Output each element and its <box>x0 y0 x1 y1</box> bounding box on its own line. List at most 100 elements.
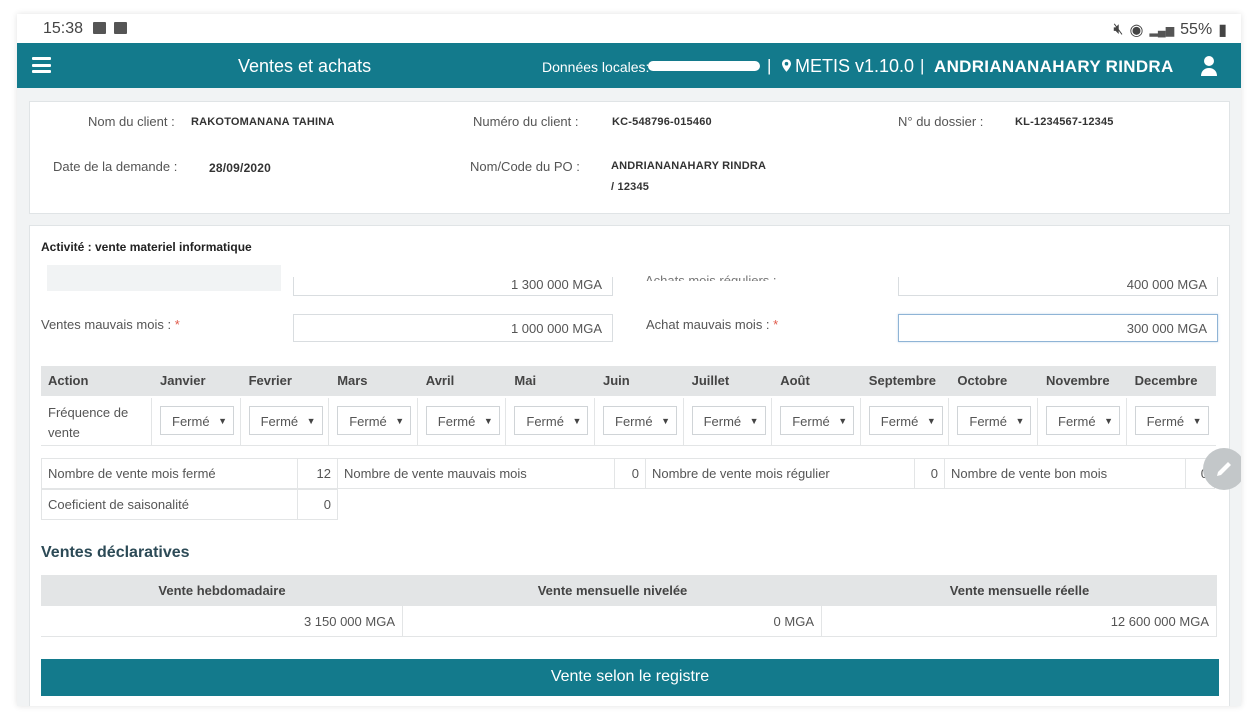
edit-fab[interactable] <box>1203 448 1241 490</box>
column-divider <box>151 398 152 446</box>
month-header: Decembre <box>1134 373 1198 388</box>
app-window: 15:38 🔇︎ ◉ ▂▄▆ 55% ▮ Ventes et achats Do… <box>17 14 1241 706</box>
user-icon[interactable] <box>1200 55 1218 77</box>
activity-title: Activité : vente materiel informatique <box>41 240 252 254</box>
real-monthly-value: 12 600 000 MGA <box>822 606 1217 637</box>
frequency-select[interactable]: Fermé ▼ <box>425 406 500 435</box>
app-version: METIS v1.10.0 <box>795 56 915 76</box>
regular-months-value: 0 <box>914 458 945 489</box>
month-header: Mars <box>337 373 368 388</box>
user-name: ANDRIANANAHARY RINDRA <box>934 57 1174 76</box>
chevron-down-icon: ▼ <box>395 416 405 426</box>
image-notification-icon <box>114 22 127 34</box>
battery-level: 55% <box>1180 21 1213 38</box>
month-header: Avril <box>425 373 455 388</box>
frequency-select-value: Fermé <box>526 414 564 429</box>
location-icon: ◉ <box>1129 22 1144 39</box>
bad-months-label: Nombre de vente mauvais mois <box>337 458 615 489</box>
month-header: Août <box>780 373 810 388</box>
request-date-label: Date de la demande : <box>53 159 178 174</box>
frequency-select[interactable]: Fermé ▼ <box>780 406 855 435</box>
frequency-select-value: Fermé <box>792 414 830 429</box>
frequency-select[interactable]: Fermé ▼ <box>160 406 234 435</box>
month-header: Mai <box>514 373 537 388</box>
ventes-bad-label: Ventes mauvais mois : * <box>41 317 180 332</box>
frequency-select[interactable]: Fermé ▼ <box>957 406 1032 435</box>
ventes-bad-label-text: Ventes mauvais mois : <box>41 317 172 332</box>
frequency-select[interactable]: Fermé ▼ <box>603 406 677 435</box>
achats-regular-label: Achats mois réguliers : <box>645 273 777 281</box>
page-title: Ventes et achats <box>238 56 372 76</box>
client-name-value: RAKOTOMANANA TAHINA <box>191 116 335 128</box>
declarative-sales-title: Ventes déclaratives <box>41 544 190 561</box>
chevron-down-icon: ▼ <box>749 416 759 426</box>
month-header: Octobre <box>957 373 1008 388</box>
mute-icon: 🔇︎ <box>1113 21 1124 38</box>
top-app-bar: Ventes et achats Données locales: | METI… <box>17 43 1241 88</box>
status-time: 15:38 <box>43 20 84 37</box>
seasonality-value: 0 <box>297 489 338 520</box>
good-months-label: Nombre de vente bon mois <box>944 458 1186 489</box>
po-value-code: / 12345 <box>611 181 650 193</box>
achat-bad-input[interactable]: 300 000 MGA <box>898 314 1218 342</box>
battery-icon: ▮ <box>1218 22 1227 39</box>
frequency-select-value: Fermé <box>437 414 476 429</box>
achat-bad-label-text: Achat mauvais mois : <box>646 317 770 332</box>
real-monthly-header: Vente mensuelle réelle <box>822 575 1217 606</box>
client-number-value: KC-548796-015460 <box>612 116 712 128</box>
status-bar: 15:38 🔇︎ ◉ ▂▄▆ 55% ▮ <box>17 14 1241 43</box>
frequency-select[interactable]: Fermé ▼ <box>691 406 766 435</box>
frequency-select[interactable]: Fermé ▼ <box>248 406 323 435</box>
chevron-down-icon: ▼ <box>1015 416 1025 426</box>
column-divider <box>416 398 418 446</box>
frequency-select[interactable]: Fermé ▼ <box>1046 406 1120 435</box>
ventes-bad-input[interactable]: 1 000 000 MGA <box>293 314 613 342</box>
chevron-down-icon: ▼ <box>572 416 582 426</box>
closed-months-label: Nombre de vente mois fermé <box>41 458 298 489</box>
weekly-sales-value: 3 150 000 MGA <box>41 606 403 637</box>
required-mark: * <box>773 317 779 332</box>
frequency-select[interactable]: Fermé ▼ <box>1134 406 1209 435</box>
signal-icon: ▂▄▆ <box>1149 24 1175 37</box>
month-header: Septembre <box>868 373 936 388</box>
months-table: Action Janvier Fevrier Mars Avril Mai Juin Jui… <box>41 366 1216 446</box>
register-sales-button[interactable]: Vente selon le registre <box>41 659 1219 696</box>
menu-icon[interactable] <box>32 57 51 73</box>
months-header-row: Action Janvier Fevrier Mars Avril Mai Juin Jui… <box>41 366 1216 396</box>
local-data-label: Données locales: <box>542 59 650 75</box>
frequency-select[interactable]: Fermé ▼ <box>337 406 412 435</box>
frequency-select-value: Fermé <box>1058 414 1096 429</box>
frequency-select[interactable]: Fermé ▼ <box>514 406 589 435</box>
bad-months-value: 0 <box>614 458 646 489</box>
separator: | <box>920 56 925 75</box>
frequency-select-value: Fermé <box>172 414 210 429</box>
client-name-label: Nom du client : <box>88 114 175 129</box>
action-header: Action <box>48 373 89 388</box>
chevron-down-icon: ▼ <box>483 416 493 426</box>
achats-regular-input[interactable]: 400 000 MGA <box>898 277 1218 296</box>
weekly-sales-header: Vente hebdomadaire <box>41 575 403 606</box>
column-divider <box>682 398 684 446</box>
month-header: Juin <box>603 373 630 388</box>
frequency-select[interactable]: Fermé ▼ <box>868 406 943 435</box>
request-date-value: 28/09/2020 <box>209 161 272 175</box>
ventes-regular-input[interactable]: 1 300 000 MGA <box>293 277 613 296</box>
column-divider <box>771 398 773 446</box>
seasonality-label: Coeficient de saisonalité <box>41 489 298 520</box>
frequency-select-value: Fermé <box>260 414 299 429</box>
levelled-monthly-header: Vente mensuelle nivelée <box>403 575 822 606</box>
column-divider <box>1125 398 1127 446</box>
chevron-down-icon: ▼ <box>926 416 936 426</box>
activity-card: Activité : vente materiel informatique 1… <box>29 225 1230 706</box>
chevron-down-icon: ▼ <box>218 416 227 426</box>
location-pin-icon <box>782 59 791 72</box>
gallery-notification-icon <box>93 22 106 34</box>
month-header: Juillet <box>691 373 730 388</box>
frequency-select-value: Fermé <box>880 414 919 429</box>
column-divider <box>594 398 595 446</box>
frequency-row: Fréquence de vente Fermé ▼ Fermé ▼ Fermé ▼ Fer… <box>41 396 1216 446</box>
masked-field-label <box>47 265 281 291</box>
client-info-card: Nom du client : RAKOTOMANANA TAHINA Numé… <box>29 101 1230 214</box>
chevron-down-icon: ▼ <box>1104 416 1113 426</box>
column-divider <box>1037 398 1038 446</box>
